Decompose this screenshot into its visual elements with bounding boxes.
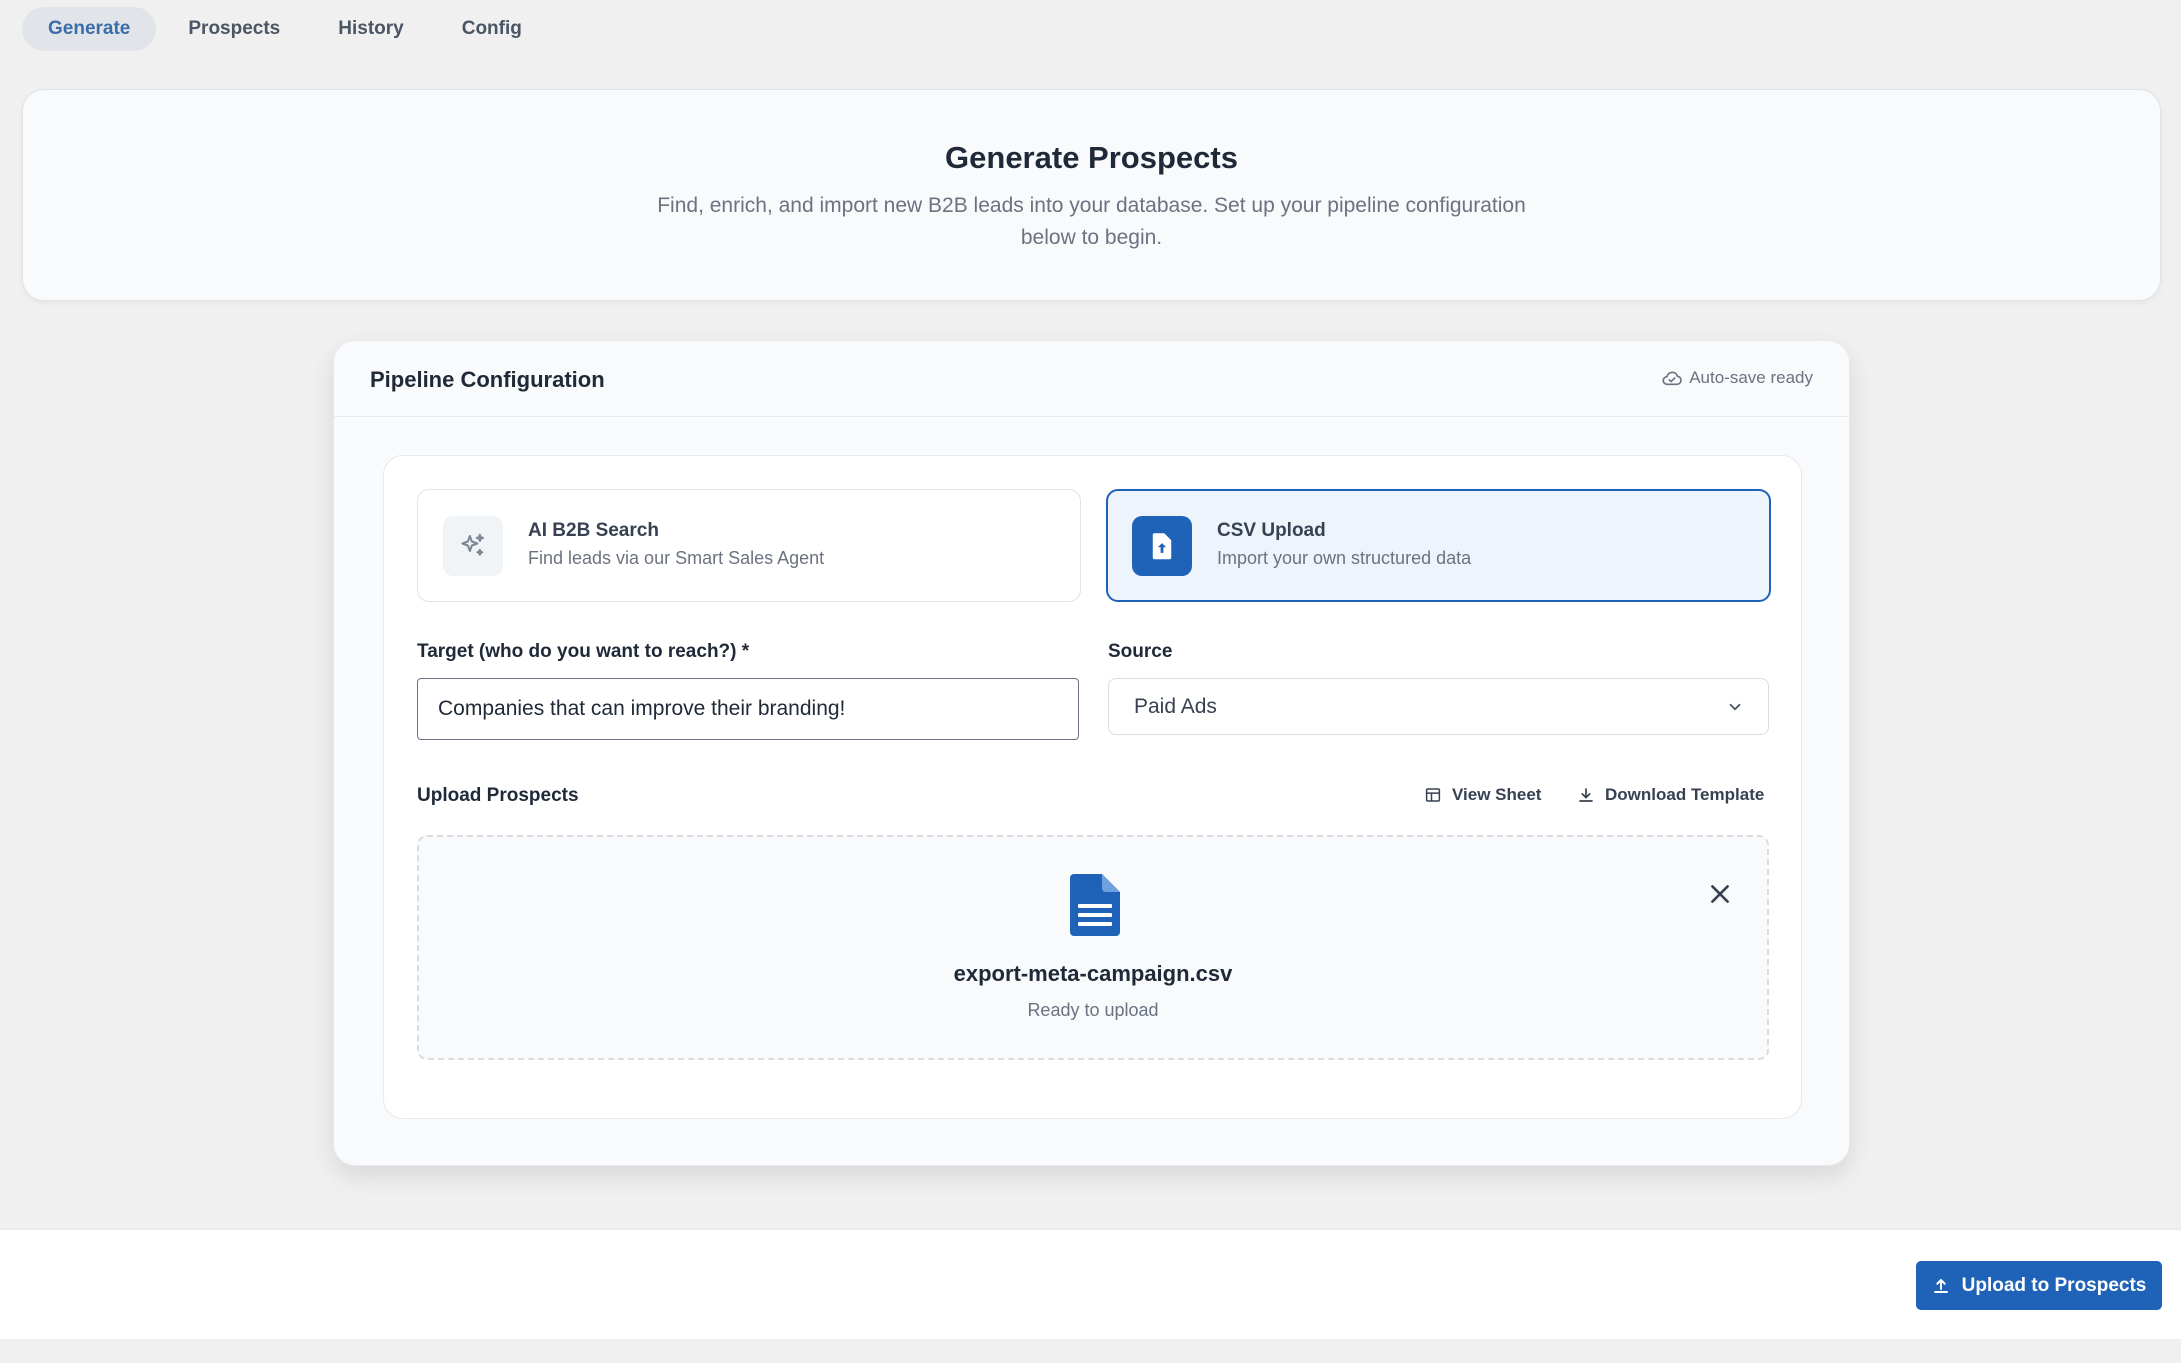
document-icon [1070,874,1120,936]
pipeline-title: Pipeline Configuration [370,367,605,392]
autosave-status: Auto-save ready [1661,368,1813,388]
target-label: Target (who do you want to reach?) * [417,641,750,662]
target-input[interactable] [417,678,1079,740]
mode-csv-upload[interactable]: CSV Upload Import your own structured da… [1106,489,1771,602]
mode-ai-b2b-search[interactable]: AI B2B Search Find leads via our Smart S… [417,489,1081,602]
upload-icon [1933,1278,1948,1293]
file-upload-icon [1132,516,1192,576]
remove-file-button[interactable] [1705,879,1735,909]
mode-csv-title: CSV Upload [1217,520,1326,541]
pipeline-header: Pipeline Configuration Auto-save ready [334,341,1849,417]
sparkles-icon [443,516,503,576]
upload-label: Upload Prospects [417,785,579,806]
download-template-label: Download Template [1605,785,1765,804]
tab-config[interactable]: Config [436,7,548,51]
tab-prospects[interactable]: Prospects [162,7,306,51]
file-status: Ready to upload [1027,1000,1159,1020]
pipeline-card: Pipeline Configuration Auto-save ready A… [333,340,1850,1166]
file-name: export-meta-campaign.csv [953,961,1233,986]
page-title: Generate Prospects [945,140,1238,175]
view-sheet-button[interactable]: View Sheet [1424,785,1541,805]
tab-generate[interactable]: Generate [22,7,157,51]
tab-history[interactable]: History [312,7,429,51]
mode-csv-subtitle: Import your own structured data [1217,548,1472,568]
mode-ai-title: AI B2B Search [528,520,659,541]
upload-button-label: Upload to Prospects [1961,1274,2147,1296]
cloud-check-icon [1662,371,1682,386]
close-icon [1711,885,1729,903]
table-icon [1425,788,1441,802]
footer-bar: Upload to Prospects [0,1229,2181,1339]
pipeline-form: AI B2B Search Find leads via our Smart S… [383,455,1802,1119]
source-label: Source [1108,641,1173,662]
upload-dropzone[interactable]: export-meta-campaign.csv Ready to upload [417,835,1769,1060]
upload-to-prospects-button[interactable]: Upload to Prospects [1916,1261,2162,1310]
hero-card: Generate Prospects Find, enrich, and imp… [22,89,2161,301]
view-sheet-label: View Sheet [1452,785,1542,804]
page-subtitle: Find, enrich, and import new B2B leads i… [657,194,1526,249]
autosave-label: Auto-save ready [1689,368,1813,387]
download-icon [1579,788,1593,802]
mode-ai-subtitle: Find leads via our Smart Sales Agent [528,548,825,568]
top-tabs: Generate Prospects History Config [22,7,548,51]
source-selected-value: Paid Ads [1134,694,1217,718]
download-template-button[interactable]: Download Template [1577,785,1764,805]
source-select[interactable]: Paid Ads [1108,678,1769,735]
chevron-down-icon [1729,703,1741,711]
